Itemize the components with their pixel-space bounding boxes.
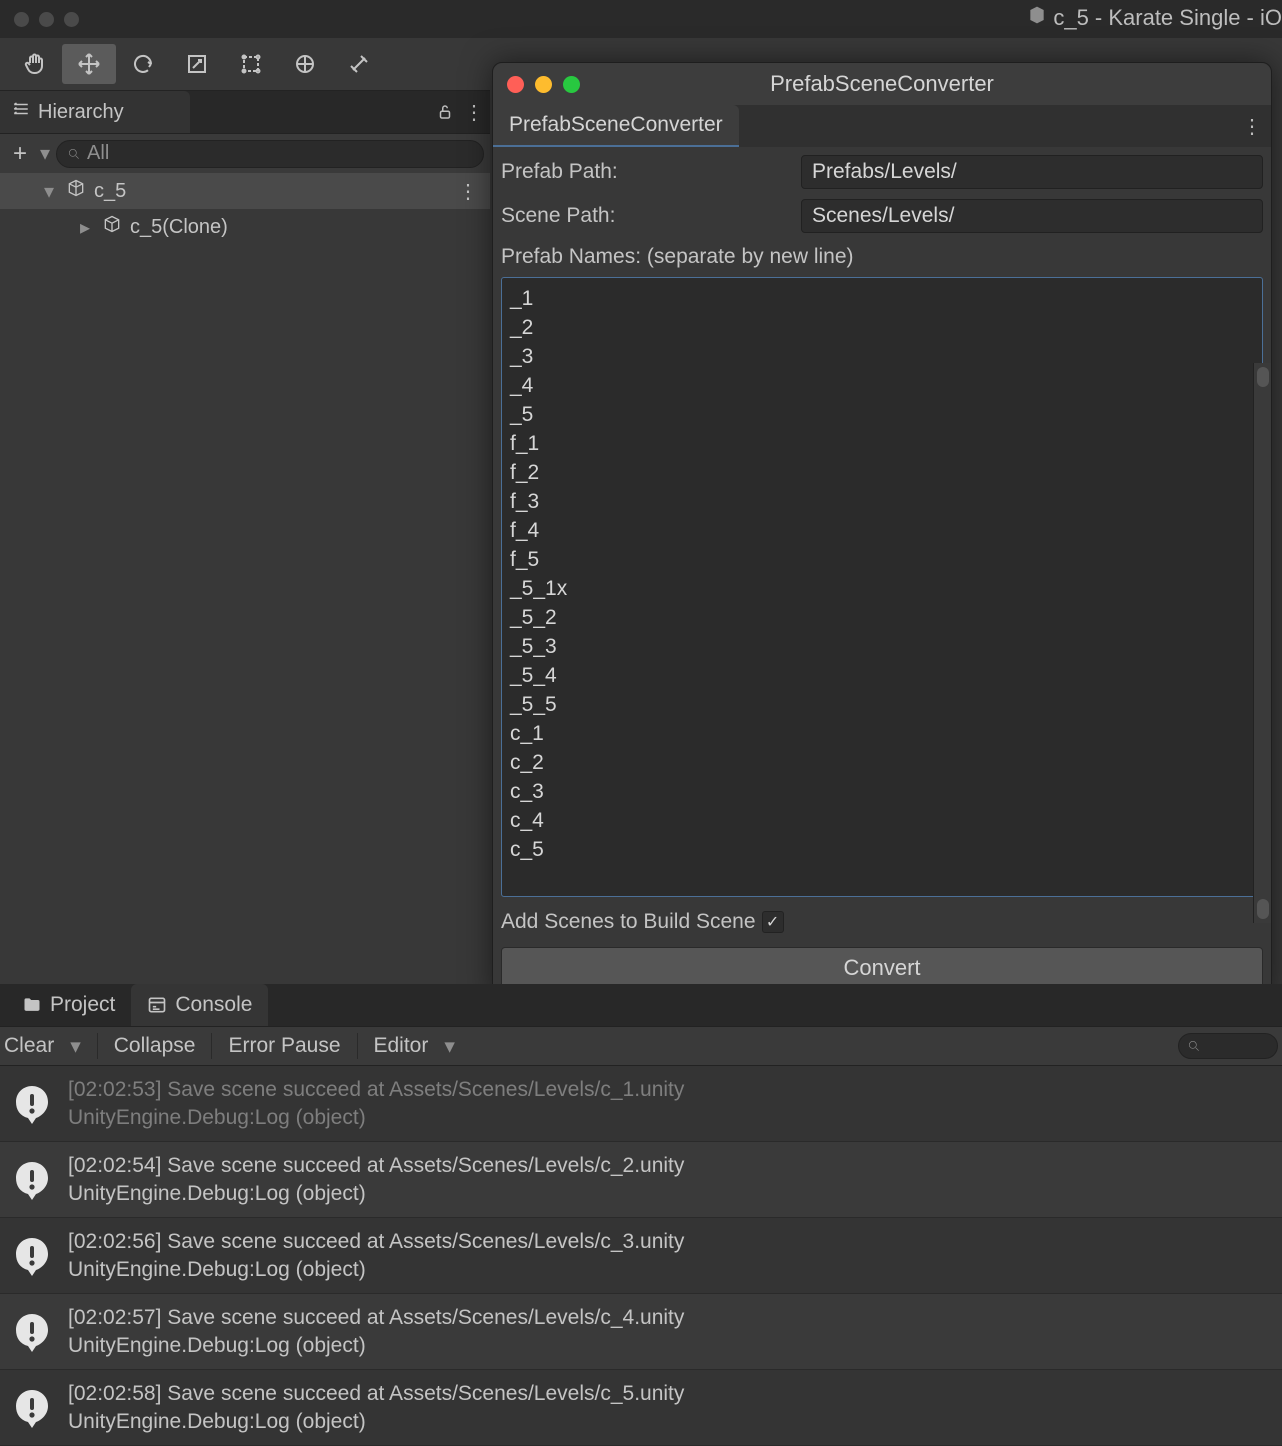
mac-min-dot[interactable] [39,12,54,27]
hierarchy-row-kebab-icon[interactable]: ⋮ [458,179,480,204]
scroll-down-icon[interactable] [1257,899,1269,919]
hierarchy-root-label: c_5 [94,180,126,203]
scene-path-input[interactable]: Scenes/Levels/ [801,199,1263,233]
scene-path-value: Scenes/Levels/ [812,204,954,228]
app-titlebar: c_5 - Karate Single - iO [1027,5,1282,31]
converter-tab-label: PrefabSceneConverter [509,113,723,137]
foldout-icon[interactable]: ▾ [44,179,58,204]
unity-logo-icon [1027,5,1047,31]
hierarchy-tab[interactable]: Hierarchy [0,91,190,133]
mac-close-dot[interactable] [14,12,29,27]
project-tab[interactable]: Project [6,984,131,1026]
hierarchy-child-row[interactable]: ▸ c_5(Clone) [0,209,490,245]
console-collapse-button[interactable]: Collapse [114,1034,196,1058]
hierarchy-icon [12,100,30,124]
console-log-text: [02:02:57] Save scene succeed at Assets/… [68,1304,684,1360]
converter-kebab-icon[interactable]: ⋮ [1235,114,1271,139]
scene-path-label: Scene Path: [501,204,801,228]
console-editor-dropdown-icon[interactable]: ▾ [444,1034,455,1059]
mac-zoom-dot[interactable] [64,12,79,27]
hierarchy-panel: Hierarchy ⋮ + ▾ All ▾ c_5 ⋮ ▸ c_5(Clone) [0,90,490,245]
console-tab[interactable]: Console [131,984,268,1026]
scroll-up-icon[interactable] [1257,367,1269,387]
hierarchy-add-button[interactable]: + [6,140,34,168]
info-icon [10,1310,54,1354]
foldout-icon[interactable]: ▸ [80,215,94,240]
prefab-path-label: Prefab Path: [501,160,801,184]
console-log-row[interactable]: [02:02:58] Save scene succeed at Assets/… [0,1370,1282,1446]
hand-tool[interactable] [8,44,62,84]
add-scenes-checkbox[interactable]: ✓ [762,911,784,933]
console-log-row[interactable]: [02:02:57] Save scene succeed at Assets/… [0,1294,1282,1370]
converter-titlebar[interactable]: PrefabSceneConverter [493,63,1271,105]
console-log-list: [02:02:53] Save scene succeed at Assets/… [0,1066,1282,1446]
prefab-names-textarea[interactable]: _1 _2 _3 _4 _5 f_1 f_2 f_3 f_4 f_5 _5_1x… [501,277,1263,897]
prefab-path-value: Prefabs/Levels/ [812,160,957,184]
console-clear-button[interactable]: Clear [4,1034,54,1058]
rotate-tool[interactable] [116,44,170,84]
converter-scrollbar[interactable] [1253,363,1271,923]
console-log-text: [02:02:54] Save scene succeed at Assets/… [68,1152,684,1208]
info-icon [10,1082,54,1126]
console-search[interactable] [1178,1033,1278,1059]
console-log-text: [02:02:53] Save scene succeed at Assets/… [68,1076,684,1132]
convert-button-label: Convert [843,955,920,981]
gameobject-icon [102,214,122,240]
custom-tool[interactable] [332,44,386,84]
app-title: c_5 - Karate Single - iO [1053,5,1282,31]
console-editor-button[interactable]: Editor [374,1034,429,1058]
console-log-text: [02:02:56] Save scene succeed at Assets/… [68,1228,684,1284]
hierarchy-tab-label: Hierarchy [38,101,124,124]
project-tab-label: Project [50,993,115,1017]
rect-tool[interactable] [224,44,278,84]
convert-button[interactable]: Convert [501,947,1263,989]
move-tool[interactable] [62,44,116,84]
mac-window-traffic: c_5 - Karate Single - iO [0,0,1282,38]
info-icon [10,1234,54,1278]
transform-tool[interactable] [278,44,332,84]
console-toolbar: Clear ▾ Collapse Error Pause Editor ▾ [0,1026,1282,1066]
console-clear-dropdown-icon[interactable]: ▾ [70,1034,81,1059]
prefab-path-input[interactable]: Prefabs/Levels/ [801,155,1263,189]
bottom-tab-strip: Project Console [0,984,1282,1026]
hierarchy-child-label: c_5(Clone) [130,216,228,239]
console-log-row[interactable]: [02:02:53] Save scene succeed at Assets/… [0,1066,1282,1142]
console-log-row[interactable]: [02:02:54] Save scene succeed at Assets/… [0,1142,1282,1218]
converter-window-title: PrefabSceneConverter [493,71,1271,97]
converter-tab[interactable]: PrefabSceneConverter [493,105,739,147]
prefab-names-label: Prefab Names: (separate by new line) [501,241,1263,271]
unity-prefab-icon [66,178,86,204]
console-error-pause-button[interactable]: Error Pause [228,1034,340,1058]
add-scenes-label: Add Scenes to Build Scene [501,910,756,934]
info-icon [10,1158,54,1202]
console-tab-label: Console [175,993,252,1017]
console-log-text: [02:02:58] Save scene succeed at Assets/… [68,1380,684,1436]
converter-window: PrefabSceneConverter PrefabSceneConverte… [492,62,1272,1000]
hierarchy-lock-icon[interactable] [430,97,460,127]
hierarchy-scene-row[interactable]: ▾ c_5 ⋮ [0,173,490,209]
hierarchy-search-placeholder: All [87,142,109,165]
console-log-row[interactable]: [02:02:56] Save scene succeed at Assets/… [0,1218,1282,1294]
hierarchy-search[interactable]: All [56,140,484,168]
scale-tool[interactable] [170,44,224,84]
hierarchy-kebab-icon[interactable]: ⋮ [460,97,490,127]
info-icon [10,1386,54,1430]
hierarchy-add-dropdown-icon[interactable]: ▾ [40,141,50,166]
